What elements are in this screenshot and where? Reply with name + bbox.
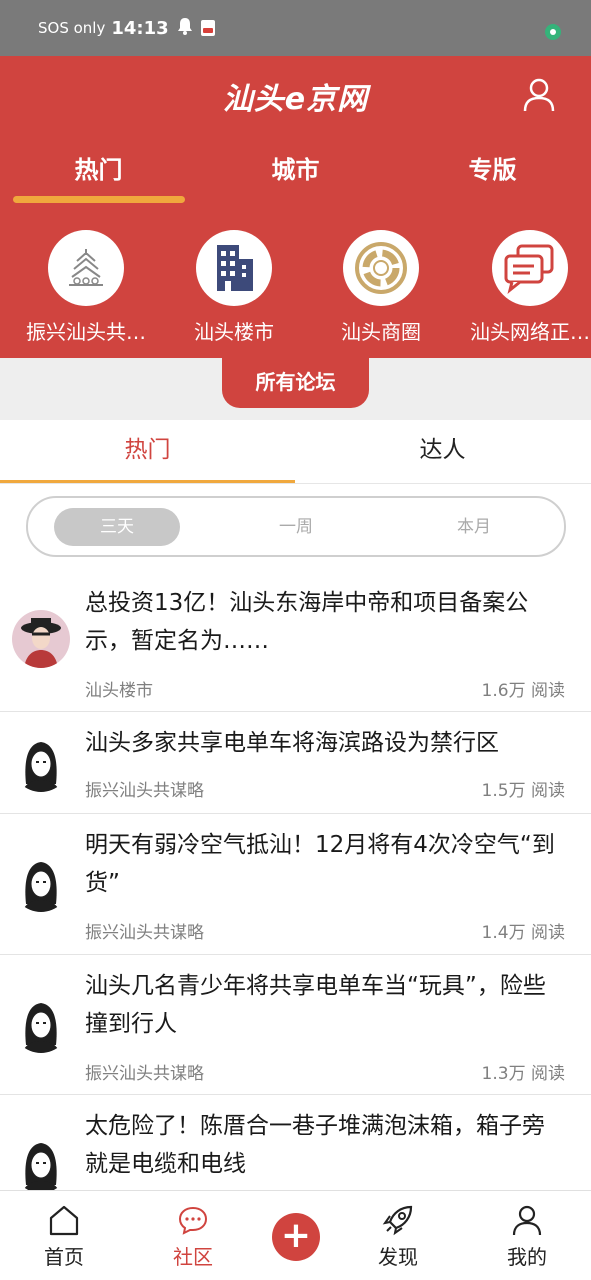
post-item[interactable]: 汕头多家共享电单车将海滨路设为禁行区 振兴汕头共谋略 1.5万 阅读 — [0, 712, 591, 814]
segment-one-week[interactable]: 一周 — [236, 508, 356, 546]
bottom-nav: 首页 社区 + 发现 我的 — [0, 1190, 591, 1280]
tab-city[interactable]: 城市 — [197, 148, 394, 192]
app-logo: 汕头e京网 — [222, 82, 369, 117]
avatar — [12, 995, 70, 1053]
tab-hot[interactable]: 热门 — [0, 148, 197, 192]
nav-community[interactable]: 社区 — [148, 1203, 238, 1270]
post-item[interactable]: 明天有弱冷空气抵汕！12月将有4次冷空气“到货” 振兴汕头共谋略 1.4万 阅读 — [0, 814, 591, 955]
post-read-count: 1.3万 阅读 — [481, 1064, 565, 1084]
post-read-count: 1.4万 阅读 — [481, 923, 565, 943]
network-status: SOS only — [38, 19, 106, 37]
avatar — [12, 854, 70, 912]
community-icon — [176, 1203, 210, 1237]
clock: 14:13 — [111, 17, 169, 39]
post-read-count: 1.6万 阅读 — [481, 681, 565, 701]
chat-bubbles-icon — [492, 230, 568, 306]
time-range-selector: 三天 一周 本月 — [26, 496, 566, 557]
news-app-notification-icon — [200, 20, 215, 36]
header: 汕头e京网 热门 城市 专版 振兴汕头共… 汕头楼市 汕头商圈 汕头网络正… — [0, 56, 591, 358]
home-icon — [47, 1203, 81, 1237]
post-forum: 汕头楼市 — [85, 681, 153, 701]
post-item[interactable]: 太危险了！陈厝合一巷子堆满泡沫箱，箱子旁就是电缆和电线 — [0, 1095, 591, 1190]
nav-home[interactable]: 首页 — [19, 1203, 109, 1270]
subtab-hot[interactable]: 热门 — [0, 420, 295, 480]
segment-three-days[interactable]: 三天 — [54, 508, 180, 546]
create-post-button[interactable]: + — [272, 1213, 320, 1261]
subtab-experts[interactable]: 达人 — [295, 420, 590, 480]
nav-label: 我的 — [507, 1245, 547, 1269]
nav-discover[interactable]: 发现 — [353, 1203, 443, 1270]
camera-indicator-icon — [545, 24, 561, 40]
post-title: 汕头几名青少年将共享电单车当“玩具”，险些撞到行人 — [85, 973, 546, 1037]
subtab-indicator — [0, 480, 295, 483]
post-item[interactable]: 汕头几名青少年将共享电单车当“玩具”，险些撞到行人 振兴汕头共谋略 1.3万 阅… — [0, 955, 591, 1095]
post-forum: 振兴汕头共谋略 — [85, 923, 204, 943]
status-bar: SOS only 14:13 — [0, 0, 591, 56]
rocket-icon — [381, 1203, 415, 1237]
sub-tabs: 热门 达人 — [0, 420, 591, 484]
ring-chart-icon — [343, 230, 419, 306]
avatar — [12, 734, 70, 792]
user-icon[interactable] — [523, 78, 555, 112]
building-icon — [196, 230, 272, 306]
all-forums-button[interactable]: 所有论坛 — [222, 352, 369, 408]
post-read-count: 1.5万 阅读 — [481, 781, 565, 801]
avatar — [12, 610, 70, 668]
segment-this-month[interactable]: 本月 — [414, 508, 534, 546]
post-title: 明天有弱冷空气抵汕！12月将有4次冷空气“到货” — [85, 832, 555, 896]
post-title: 汕头多家共享电单车将海滨路设为禁行区 — [85, 730, 499, 756]
nav-profile[interactable]: 我的 — [482, 1203, 572, 1270]
nav-label: 发现 — [378, 1245, 418, 1269]
avatar — [12, 1135, 70, 1190]
active-tab-indicator — [13, 196, 185, 203]
forum-item-property[interactable]: 汕头楼市 — [160, 230, 308, 345]
post-list: 总投资13亿！汕头东海岸中帝和项目备案公示，暂定名为…… 汕头楼市 1.6万 阅… — [0, 572, 591, 1190]
post-forum: 振兴汕头共谋略 — [85, 1064, 204, 1084]
forum-label: 汕头商圈 — [341, 320, 421, 344]
forum-shortcuts: 振兴汕头共… 汕头楼市 汕头商圈 汕头网络正… — [0, 230, 591, 346]
forum-item-business[interactable]: 汕头商圈 — [307, 230, 455, 345]
post-title: 总投资13亿！汕头东海岸中帝和项目备案公示，暂定名为…… — [85, 590, 529, 654]
forum-item-network[interactable]: 汕头网络正… — [456, 230, 591, 345]
post-item[interactable]: 总投资13亿！汕头东海岸中帝和项目备案公示，暂定名为…… 汕头楼市 1.6万 阅… — [0, 572, 591, 712]
forum-label: 汕头楼市 — [194, 320, 274, 344]
tab-special[interactable]: 专版 — [394, 148, 591, 192]
forum-label: 振兴汕头共… — [26, 320, 146, 344]
post-forum: 振兴汕头共谋略 — [85, 781, 204, 801]
pagoda-icon — [48, 230, 124, 306]
nav-label: 社区 — [173, 1245, 213, 1269]
profile-icon — [510, 1203, 544, 1237]
forum-item-zhenxing[interactable]: 振兴汕头共… — [12, 230, 160, 345]
forum-label: 汕头网络正… — [470, 320, 590, 344]
post-title: 太危险了！陈厝合一巷子堆满泡沫箱，箱子旁就是电缆和电线 — [85, 1113, 545, 1177]
nav-label: 首页 — [44, 1245, 84, 1269]
bell-icon — [177, 17, 193, 39]
